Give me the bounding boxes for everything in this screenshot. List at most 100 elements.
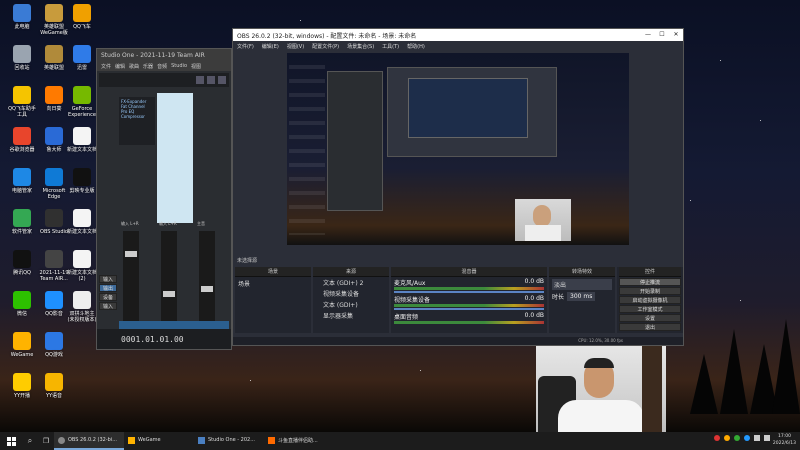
desktop-icon[interactable]: YY开播 — [6, 373, 38, 399]
eraser-tool-icon[interactable] — [218, 76, 226, 84]
preview-nested-window — [387, 67, 557, 157]
desktop-icon[interactable]: GeForce Experience — [66, 86, 98, 118]
search-icon[interactable]: ⌕ — [22, 436, 38, 446]
channel-name-bar — [119, 321, 229, 329]
desktop-icon[interactable]: 软件管家 — [6, 209, 38, 235]
source-item[interactable]: 显示器采集 — [313, 310, 389, 321]
desktop-icon[interactable]: YY语音 — [38, 373, 70, 399]
menu-view[interactable]: 视图 — [191, 63, 201, 70]
channel-label: 输入 L+R — [159, 221, 177, 226]
desktop-icon[interactable]: 回收站 — [6, 45, 38, 71]
menu-file[interactable]: 文件(F) — [237, 43, 254, 50]
channel-fader[interactable] — [123, 231, 139, 321]
desktop-icon[interactable]: 新建文本文档 — [66, 209, 98, 235]
desktop-icon-label: QQ飞车助手工具 — [8, 106, 36, 118]
desktop-icon[interactable]: 谷歌浏览器 — [6, 127, 38, 153]
desktop-icon[interactable]: 新建文本文档(2) — [66, 250, 98, 282]
desktop-icon-label: 新建文本文档 — [66, 147, 97, 153]
pencil-tool-icon[interactable] — [207, 76, 215, 84]
studio-sidebar: 输入 输出 设备 输入 — [99, 274, 117, 311]
menu-studio[interactable]: Studio — [171, 63, 187, 69]
studio-one-window[interactable]: Studio One - 2021-11-19 Team AIR 文件 编辑 歌… — [96, 48, 232, 350]
close-icon[interactable]: ✕ — [669, 29, 683, 41]
start-recording-button[interactable]: 开始录制 — [619, 287, 681, 295]
controls-header: 控件 — [619, 267, 681, 277]
source-item[interactable]: 文本 (GDI+) — [313, 299, 389, 310]
wegame-icon — [128, 436, 135, 444]
obs-preview[interactable] — [287, 53, 629, 245]
tray-icon[interactable] — [714, 435, 720, 441]
taskbar: ⌕ ❐ OBS 26.0.2 (32-bi... WeGame Studio O… — [0, 432, 800, 450]
obs-titlebar[interactable]: OBS 26.0.2 (32-bit, windows) - 配置文件: 未命名… — [233, 29, 683, 41]
task-view-icon[interactable]: ❐ — [38, 437, 54, 445]
volume-slider[interactable] — [394, 291, 544, 293]
menu-instrument[interactable]: 乐器 — [143, 63, 153, 70]
app-icon — [73, 168, 91, 186]
studio-one-titlebar[interactable]: Studio One - 2021-11-19 Team AIR — [97, 49, 231, 61]
desktop-icon[interactable]: 新建文本文档 — [66, 127, 98, 153]
sidebar-input-2[interactable]: 输入 — [99, 302, 117, 310]
obs-window[interactable]: OBS 26.0.2 (32-bit, windows) - 配置文件: 未命名… — [232, 28, 684, 346]
desktop-icon[interactable]: 电脑管家 — [6, 168, 38, 194]
stop-streaming-button[interactable]: 停止推流 — [619, 278, 681, 286]
no-source-label: 未选择源 — [237, 258, 258, 264]
transition-select[interactable]: 淡出 — [552, 279, 612, 290]
fx-slot[interactable]: Compressor — [121, 114, 153, 119]
taskbar-item[interactable]: OBS 26.0.2 (32-bi... — [54, 432, 124, 450]
menu-file[interactable]: 文件 — [101, 63, 111, 70]
menu-edit[interactable]: 编辑(E) — [262, 43, 279, 50]
desktop-icon[interactable]: 此电脑 — [6, 4, 38, 30]
settings-button[interactable]: 设置 — [619, 314, 681, 322]
tray-icon[interactable] — [734, 435, 740, 441]
mixer-channel-db: 0.0 dB — [524, 295, 544, 302]
desktop-icon[interactable]: 腾讯QQ — [6, 250, 38, 276]
desktop-icon[interactable]: QQ飞车 — [66, 4, 98, 30]
sidebar-device[interactable]: 设备 — [99, 293, 117, 301]
menu-profile[interactable]: 配置文件(P) — [312, 43, 339, 50]
obs-statusbar: CPU: 12.0%, 30.00 fps — [233, 337, 683, 345]
virtual-camera-button[interactable]: 启动虚拟摄像机 — [619, 296, 681, 304]
taskbar-item[interactable]: 斗鱼直播伴侣助... — [264, 432, 334, 450]
desktop-icon[interactable]: 双拼斗地主 (未授权版本) — [66, 291, 98, 323]
menu-edit[interactable]: 编辑 — [115, 63, 125, 70]
studio-one-icon — [198, 436, 205, 444]
maximize-icon[interactable]: ☐ — [655, 29, 669, 41]
channel-fader[interactable] — [199, 231, 215, 321]
volume-slider[interactable] — [394, 308, 544, 310]
desktop-icon[interactable]: QQ游戏 — [38, 332, 70, 358]
desktop-icon-label: QQ飞车 — [73, 24, 91, 30]
menu-help[interactable]: 帮助(H) — [407, 43, 425, 50]
sidebar-input[interactable]: 输入 — [99, 275, 117, 283]
desktop-icon[interactable]: 迅雷 — [66, 45, 98, 71]
tray-icon[interactable] — [744, 435, 750, 441]
arrow-tool-icon[interactable] — [196, 76, 204, 84]
exit-button[interactable]: 退出 — [619, 323, 681, 331]
scene-item[interactable]: 场景 — [235, 277, 311, 290]
minimize-icon[interactable]: — — [641, 29, 655, 41]
menu-view[interactable]: 视图(V) — [287, 43, 304, 50]
source-item[interactable]: 文本 (GDI+) 2 — [313, 277, 389, 288]
channel-fader[interactable] — [161, 231, 177, 321]
network-icon[interactable] — [754, 435, 760, 441]
desktop-icon-label: 回收站 — [14, 65, 30, 71]
desktop-icon-label: 迅雷 — [76, 65, 87, 71]
volume-icon[interactable] — [764, 435, 770, 441]
duration-input[interactable]: 300 ms — [567, 292, 596, 301]
app-icon — [13, 250, 31, 268]
desktop-icon[interactable]: 微信 — [6, 291, 38, 317]
menu-audio[interactable]: 音频 — [157, 63, 167, 70]
studio-mode-button[interactable]: 工作室模式 — [619, 305, 681, 313]
start-button[interactable] — [0, 432, 22, 450]
menu-song[interactable]: 歌曲 — [129, 63, 139, 70]
taskbar-item[interactable]: WeGame — [124, 432, 194, 450]
sidebar-output[interactable]: 输出 — [99, 284, 117, 292]
desktop-icon[interactable]: 剪映专业版 — [66, 168, 98, 194]
source-item[interactable]: 视频采集设备 — [313, 288, 389, 299]
taskbar-item[interactable]: Studio One - 202... — [194, 432, 264, 450]
menu-tools[interactable]: 工具(T) — [382, 43, 399, 50]
clock[interactable]: 17:00 2022/6/13 — [773, 433, 796, 447]
desktop-icon[interactable]: WeGame — [6, 332, 38, 358]
menu-scene-collection[interactable]: 场景集合(S) — [347, 43, 374, 50]
tray-icon[interactable] — [724, 435, 730, 441]
desktop-icon[interactable]: QQ飞车助手工具 — [6, 86, 38, 118]
